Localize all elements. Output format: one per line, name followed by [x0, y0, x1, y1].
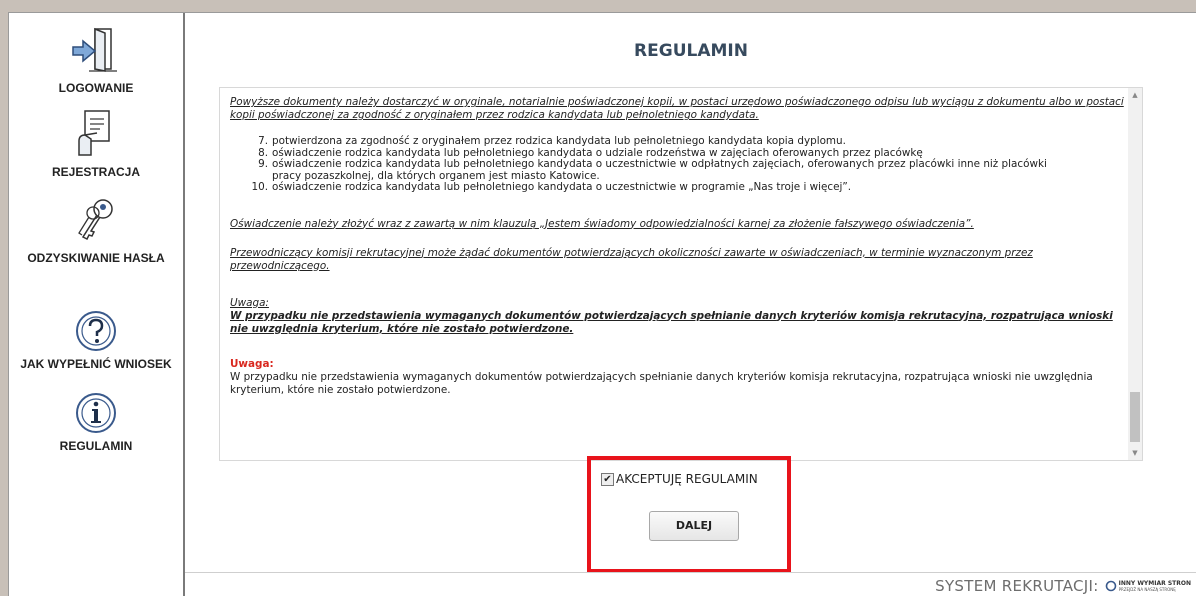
sidebar-item-regulamin[interactable]: REGULAMIN — [9, 391, 183, 453]
note1-heading: Uwaga: — [230, 296, 269, 309]
scrollbar-thumb[interactable] — [1130, 392, 1140, 442]
sidebar-item-rejestracja[interactable]: REJESTRACJA — [9, 105, 183, 179]
note2-heading: Uwaga: — [230, 357, 274, 370]
sidebar-item-odzyskiwanie-hasla[interactable]: ODZYSKIWANIE HASŁA — [9, 193, 183, 265]
sidebar-item-label: LOGOWANIE — [58, 81, 134, 95]
documents-list: 7. potwierdzona za zgodność z oryginałem … — [250, 135, 1132, 194]
scroll-down-icon[interactable]: ▼ — [1128, 446, 1142, 460]
sidebar-item-logowanie[interactable]: LOGOWANIE — [9, 23, 183, 95]
logo-line2: PRZEJDŹ NA NASZĄ STRONĘ — [1118, 587, 1176, 592]
logo-ring-icon — [1105, 580, 1116, 592]
accept-label: AKCEPTUJĘ REGULAMIN — [616, 472, 758, 486]
sidebar-item-label: JAK WYPEŁNIĆ WNIOSEK — [20, 357, 172, 371]
question-circle-icon — [76, 311, 116, 351]
registration-form-icon — [78, 110, 110, 156]
intro-paragraph: Powyższe dokumenty należy dostarczyć w o… — [230, 96, 1124, 121]
regulations-text-box[interactable]: Powyższe dokumenty należy dostarczyć w o… — [219, 87, 1143, 461]
sidebar-item-label: REJESTRACJA — [51, 165, 141, 179]
note1-text: W przypadku nie przedstawienia wymaganyc… — [230, 309, 1113, 335]
scrollbar[interactable]: ▲ ▼ — [1128, 88, 1142, 460]
next-button[interactable]: DALEJ — [649, 511, 739, 541]
main-panel: REGULAMIN Powyższe dokumenty należy dost… — [185, 13, 1196, 596]
list-item: 9. oświadczenie rodzica kandydata lub peł… — [258, 158, 1047, 182]
system-label: SYSTEM REKRUTACJI: — [935, 577, 1099, 595]
sidebar-item-label: ODZYSKIWANIE HASŁA — [27, 251, 165, 265]
sidebar: LOGOWANIE REJESTRACJA ODZYSKIWANIE HASŁA… — [9, 13, 185, 596]
footer-divider — [185, 572, 1196, 573]
footer-logo[interactable]: INNY WYMIAR STRON PRZEJDŹ NA NASZĄ STRON… — [1105, 580, 1191, 592]
keys-icon — [78, 199, 113, 241]
sidebar-item-label: REGULAMIN — [59, 439, 133, 453]
login-door-icon — [72, 27, 117, 72]
app-frame: LOGOWANIE REJESTRACJA ODZYSKIWANIE HASŁA… — [8, 12, 1196, 596]
clause-paragraph: Oświadczenie należy złożyć wraz z zawart… — [230, 217, 974, 230]
chairman-paragraph: Przewodniczący komisji rekrutacyjnej moż… — [230, 246, 1033, 272]
checkbox-icon[interactable]: ✔ — [601, 472, 614, 486]
sidebar-item-jak-wypelnic-wniosek[interactable]: JAK WYPEŁNIĆ WNIOSEK — [9, 309, 183, 371]
accept-regulations-checkbox[interactable]: ✔ AKCEPTUJĘ REGULAMIN — [601, 471, 758, 487]
info-circle-icon — [76, 393, 116, 433]
note2-text: W przypadku nie przedstawienia wymaganyc… — [230, 370, 1093, 396]
regulations-content: Powyższe dokumenty należy dostarczyć w o… — [230, 96, 1132, 397]
scroll-up-icon[interactable]: ▲ — [1128, 88, 1142, 102]
page-title: REGULAMIN — [634, 41, 748, 61]
list-item: 10. oświadczenie rodzica kandydata lub pe… — [251, 181, 852, 193]
footer: SYSTEM REKRUTACJI: INNY WYMIAR STRON PRZ… — [935, 577, 1191, 595]
logo-line1: INNY WYMIAR STRON — [1118, 580, 1191, 587]
